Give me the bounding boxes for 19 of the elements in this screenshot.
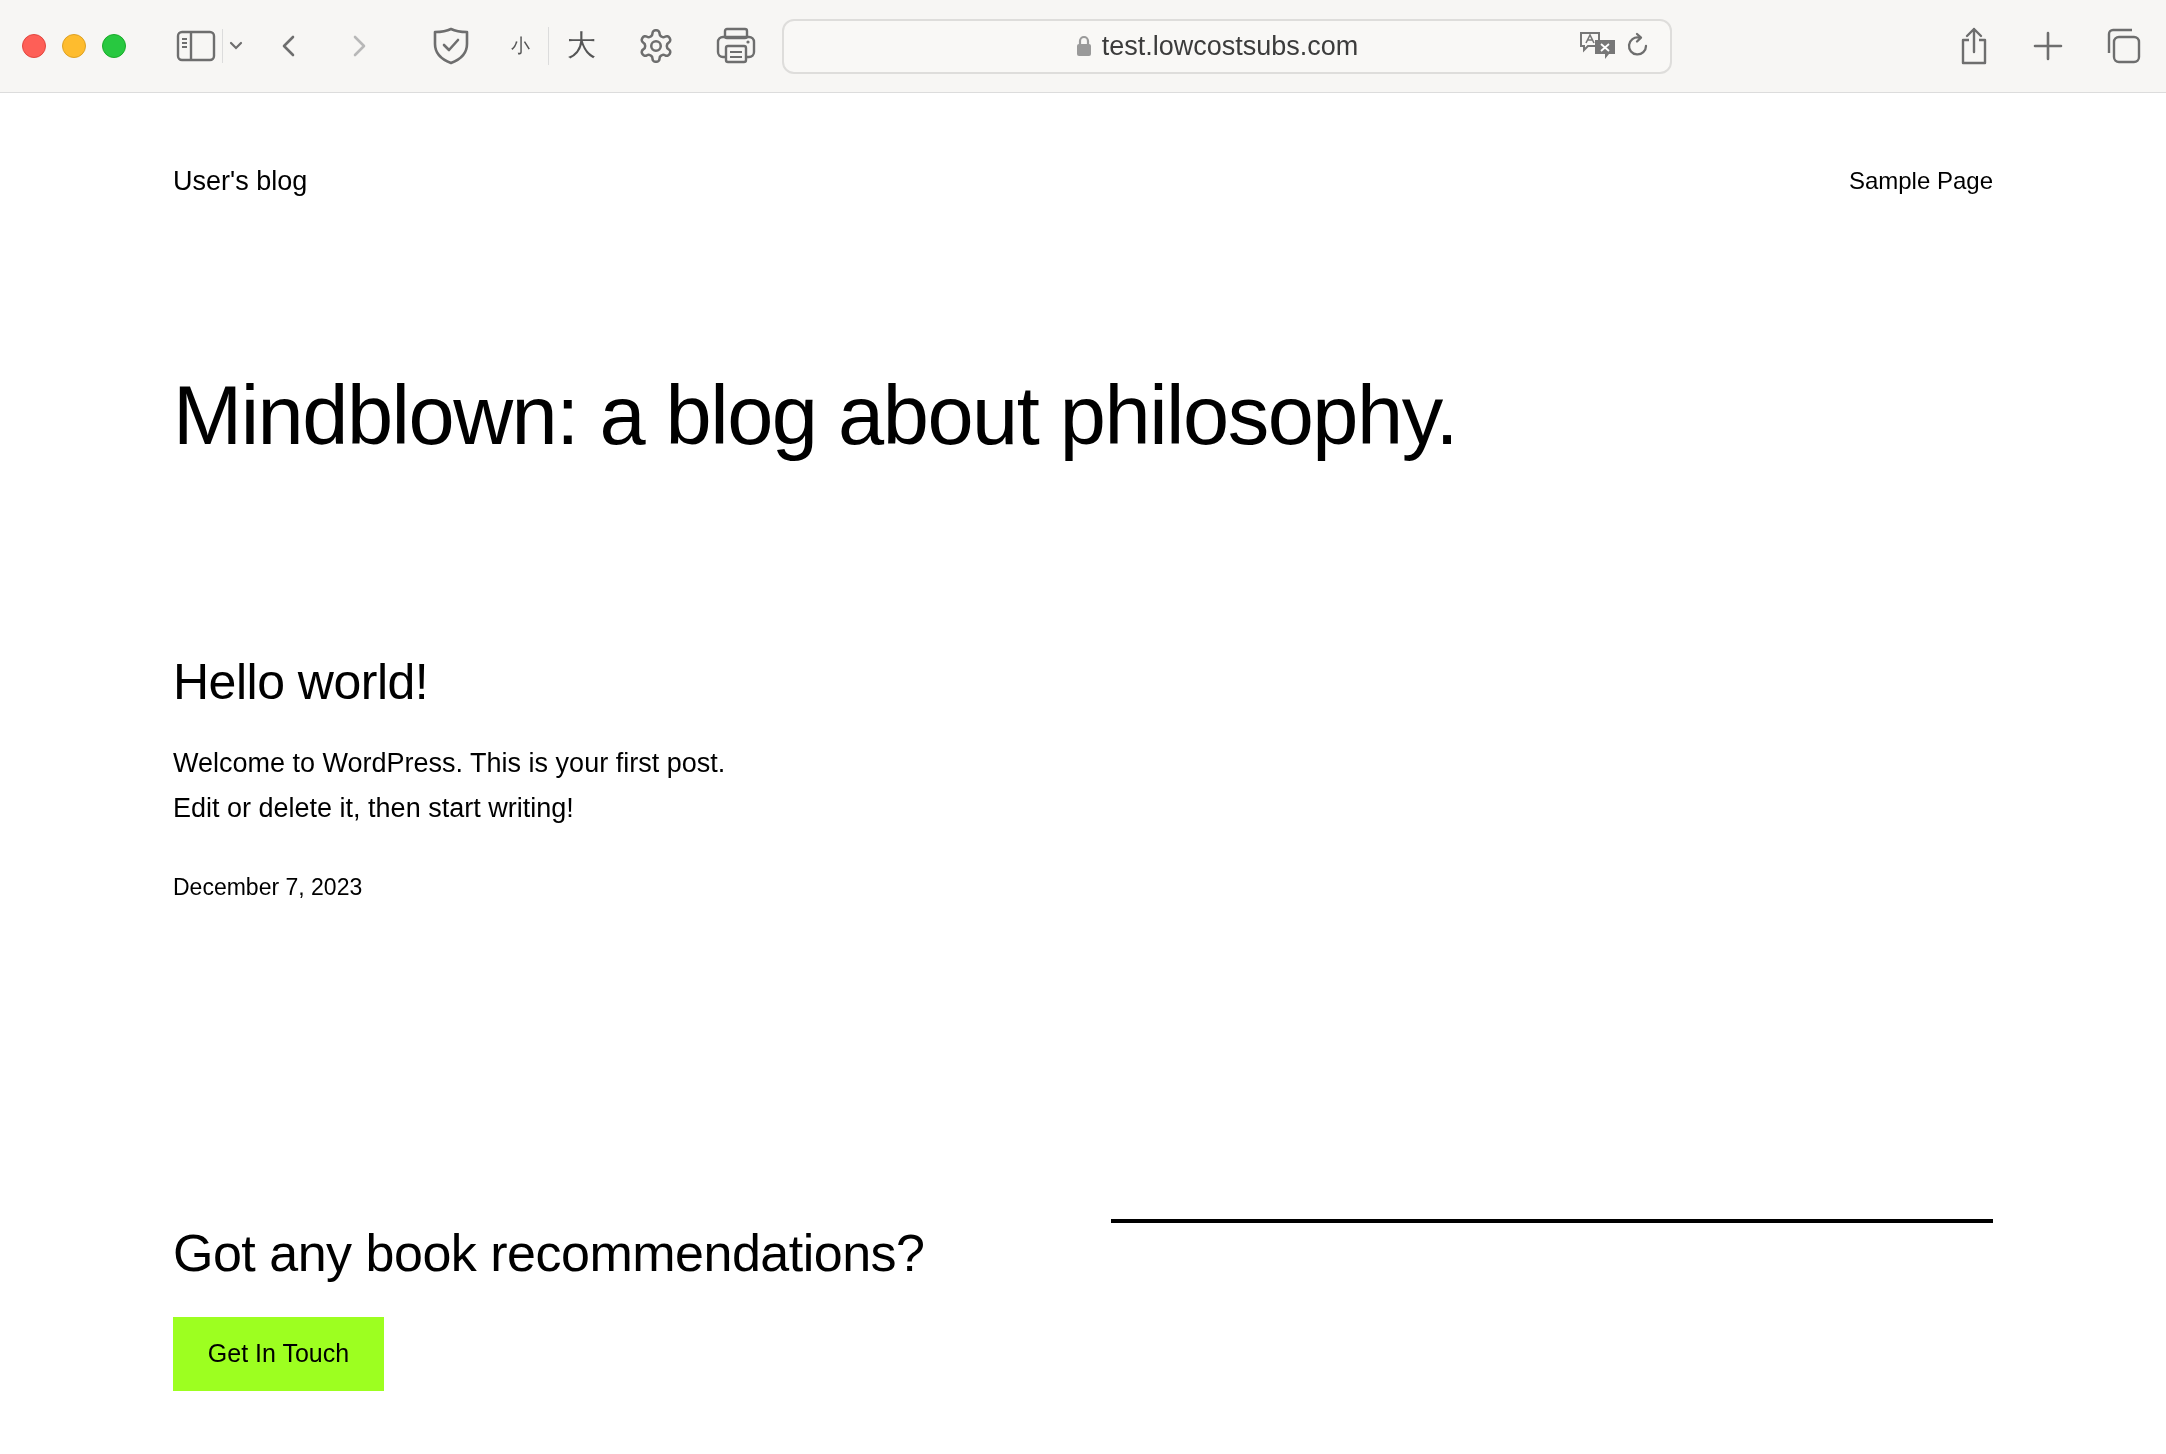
get-in-touch-button[interactable]: Get In Touch xyxy=(173,1316,384,1391)
shield-check-icon xyxy=(432,26,470,66)
post-date: December 7, 2023 xyxy=(173,873,364,902)
text-size-button[interactable]: 大 xyxy=(559,24,604,68)
site-title[interactable]: User's blog xyxy=(173,161,308,202)
url-text: test.lowcostsubs.com xyxy=(1101,29,1359,63)
plus-icon xyxy=(2033,31,2063,61)
nav-link[interactable]: Sample Page xyxy=(1848,163,1993,200)
sidebar-icon xyxy=(176,30,216,62)
close-window-button[interactable] xyxy=(22,34,46,58)
address-bar[interactable]: test.lowcostsubs.com xyxy=(782,18,1672,74)
post-title[interactable]: Hello world! xyxy=(173,656,1993,707)
text-size-button[interactable]: 小 xyxy=(503,31,538,61)
post-excerpt: Edit or delete it, then start writing! xyxy=(173,792,575,826)
lock-icon xyxy=(1075,35,1092,57)
post-excerpt: Welcome to WordPress. This is your first post. xyxy=(173,746,727,780)
maximize-window-button[interactable] xyxy=(102,34,126,58)
printer-icon xyxy=(716,27,756,65)
chevron-down-icon xyxy=(229,41,243,51)
